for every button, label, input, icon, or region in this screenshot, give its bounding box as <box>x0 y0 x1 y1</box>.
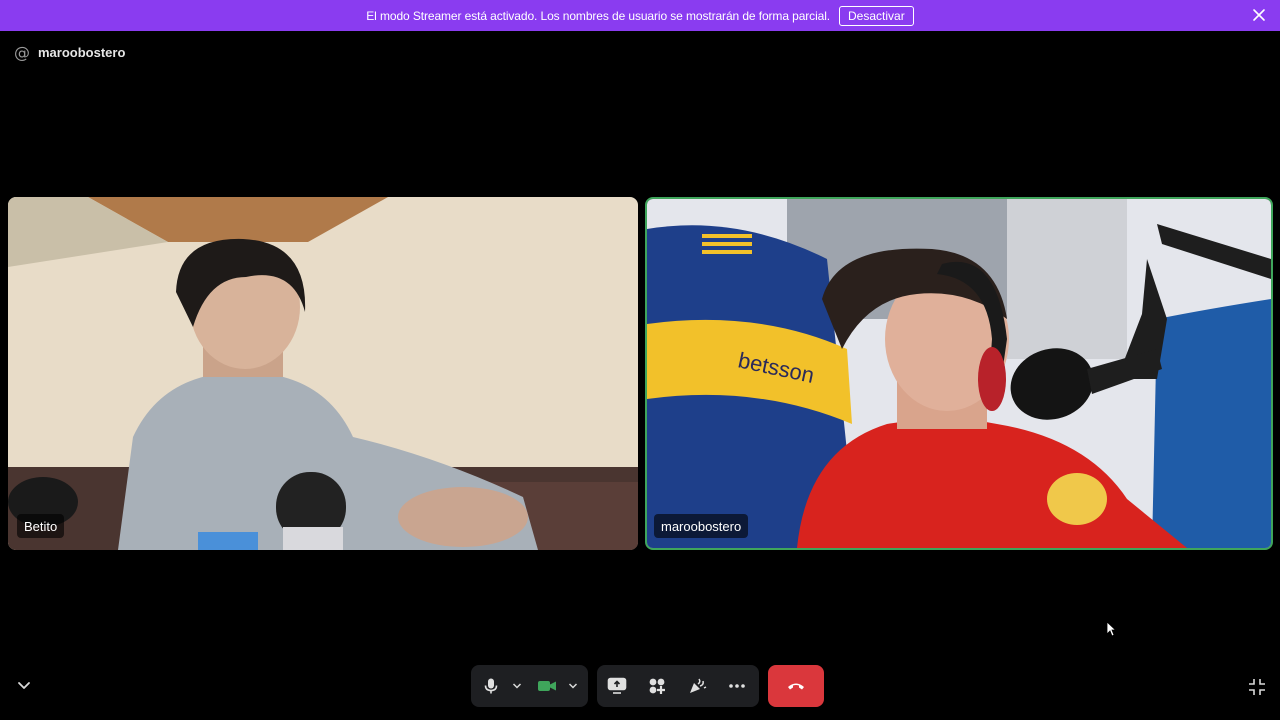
channel-header: @ maroobostero <box>14 43 125 62</box>
camera-button[interactable] <box>527 669 567 703</box>
exit-fullscreen-icon[interactable] <box>1247 677 1267 697</box>
participant-name-tag: Betito <box>17 514 65 538</box>
video-tile-betito[interactable]: Betito <box>8 197 638 550</box>
disable-streamer-mode-button[interactable]: Desactivar <box>839 5 914 26</box>
screen-share-button[interactable] <box>597 669 637 703</box>
activity-controls <box>597 665 759 707</box>
media-controls <box>471 665 588 707</box>
video-feed <box>8 197 638 550</box>
chevron-down-icon <box>512 683 522 689</box>
microphone-button[interactable] <box>471 669 511 703</box>
more-icon <box>729 684 745 688</box>
more-options-button[interactable] <box>717 669 757 703</box>
video-tile-maroobostero[interactable]: betsson maroobostero <box>645 197 1273 550</box>
at-icon: @ <box>14 43 30 62</box>
mouse-cursor-icon <box>1106 621 1116 637</box>
banner-text: El modo Streamer está activado. Los nomb… <box>366 8 831 23</box>
chevron-down-icon <box>568 683 578 689</box>
camera-icon <box>538 681 556 691</box>
soundboard-button[interactable] <box>677 669 717 703</box>
participant-name-tag: maroobostero <box>654 514 749 538</box>
channel-name: maroobostero <box>38 45 126 60</box>
soundboard-icon <box>690 678 707 693</box>
streamer-mode-banner: El modo Streamer está activado. Los nomb… <box>0 0 1280 31</box>
collapse-icon[interactable] <box>14 678 34 694</box>
microphone-options-button[interactable] <box>511 669 523 703</box>
hang-up-icon <box>788 683 804 690</box>
close-icon[interactable] <box>1252 8 1266 22</box>
camera-options-button[interactable] <box>567 669 579 703</box>
disconnect-button[interactable] <box>768 665 824 707</box>
video-feed: betsson <box>647 199 1271 548</box>
activities-button[interactable] <box>637 669 677 703</box>
activities-icon <box>649 678 665 694</box>
microphone-icon <box>484 678 498 694</box>
screen-share-icon <box>607 677 627 694</box>
